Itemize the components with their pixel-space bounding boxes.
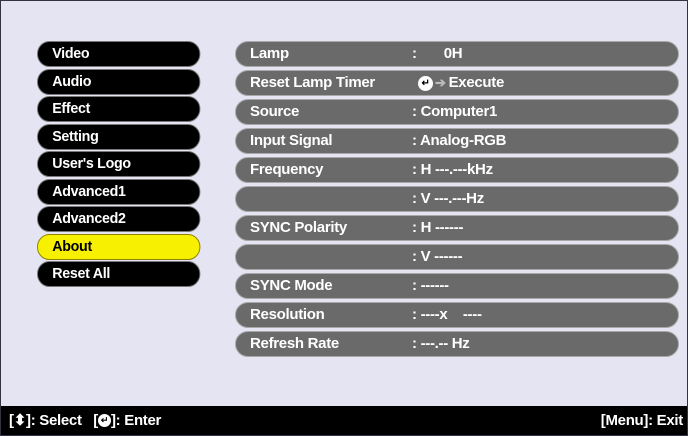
enter-button-icon: ↵ xyxy=(418,75,433,91)
sync-polarity-v-row: : V ------ xyxy=(235,244,679,270)
sync-mode-row: SYNC Mode : ------ xyxy=(235,273,679,299)
reset-lamp-timer-row[interactable]: Reset Lamp Timer ↵ ➔ Execute xyxy=(235,70,679,96)
source-row: Source : Computer1 xyxy=(235,99,679,125)
resolution-row: Resolution : ----x ---- xyxy=(235,302,679,328)
lamp-row: Lamp : 0H xyxy=(235,41,679,67)
menu-item-setting[interactable]: Setting xyxy=(37,123,201,150)
lamp-value: : 0H xyxy=(412,45,463,62)
sync-mode-value: : ------ xyxy=(412,277,449,294)
reset-lamp-execute-button[interactable]: ↵ ➔ Execute xyxy=(418,71,504,95)
enter-button-icon: ↵ xyxy=(97,413,111,427)
menu-item-users-logo[interactable]: User's Logo xyxy=(37,151,201,177)
execute-label: Execute xyxy=(448,74,505,91)
menu-item-audio[interactable]: Audio xyxy=(37,68,201,95)
frequency-row: Frequency : H ---.---kHz xyxy=(235,157,679,183)
input-signal-value: : Analog-RGB xyxy=(412,132,507,149)
resolution-value: : ----x ---- xyxy=(412,306,482,323)
frequency-v-row: : V ---.---Hz xyxy=(235,186,679,212)
menu-item-reset-all[interactable]: Reset All xyxy=(37,261,201,287)
main-menu: Video Audio Effect Setting User's Logo A… xyxy=(37,41,209,289)
resolution-label: Resolution xyxy=(250,306,325,323)
sync-polarity-v-value: : V ------ xyxy=(412,248,463,265)
frequency-v-value: : V ---.---Hz xyxy=(412,190,484,207)
input-signal-label: Input Signal xyxy=(250,132,333,149)
sync-mode-label: SYNC Mode xyxy=(250,277,333,294)
source-label: Source xyxy=(250,103,300,120)
menu-item-about[interactable]: About xyxy=(37,233,201,260)
source-value: : Computer1 xyxy=(412,103,498,120)
about-info-panel: Lamp : 0H Reset Lamp Timer ↵ ➔ Execute S… xyxy=(235,41,679,360)
refresh-rate-label: Refresh Rate xyxy=(250,335,339,352)
projector-menu-screen: Video Audio Effect Setting User's Logo A… xyxy=(0,0,688,436)
menu-item-effect[interactable]: Effect xyxy=(37,96,201,122)
reset-lamp-timer-label: Reset Lamp Timer xyxy=(250,74,375,91)
refresh-rate-value: : ---.-- Hz xyxy=(412,335,470,352)
arrow-right-icon: ➔ xyxy=(435,75,446,90)
menu-item-advanced2[interactable]: Advanced2 xyxy=(37,206,201,232)
footer-hints: [⬍]: Select [↵]: Enter xyxy=(9,412,162,429)
sync-polarity-row: SYNC Polarity : H ------ xyxy=(235,215,679,241)
input-signal-row: Input Signal : Analog-RGB xyxy=(235,128,679,154)
sync-polarity-h-value: : H ------ xyxy=(412,219,464,236)
menu-item-advanced1[interactable]: Advanced1 xyxy=(37,178,201,205)
enter-hint: : Enter xyxy=(115,412,162,429)
help-footer: [⬍]: Select [↵]: Enter [Menu]: Exit xyxy=(1,406,687,435)
frequency-h-value: : H ---.---kHz xyxy=(412,161,493,178)
sync-polarity-label: SYNC Polarity xyxy=(250,219,347,236)
exit-hint: [Menu]: Exit xyxy=(600,412,684,429)
frequency-label: Frequency xyxy=(250,161,324,178)
up-down-arrow-icon: ⬍ xyxy=(13,412,27,429)
refresh-rate-row: Refresh Rate : ---.-- Hz xyxy=(235,331,679,357)
lamp-label: Lamp xyxy=(250,45,289,62)
select-hint: : Select xyxy=(30,412,82,429)
menu-item-video[interactable]: Video xyxy=(37,41,201,67)
